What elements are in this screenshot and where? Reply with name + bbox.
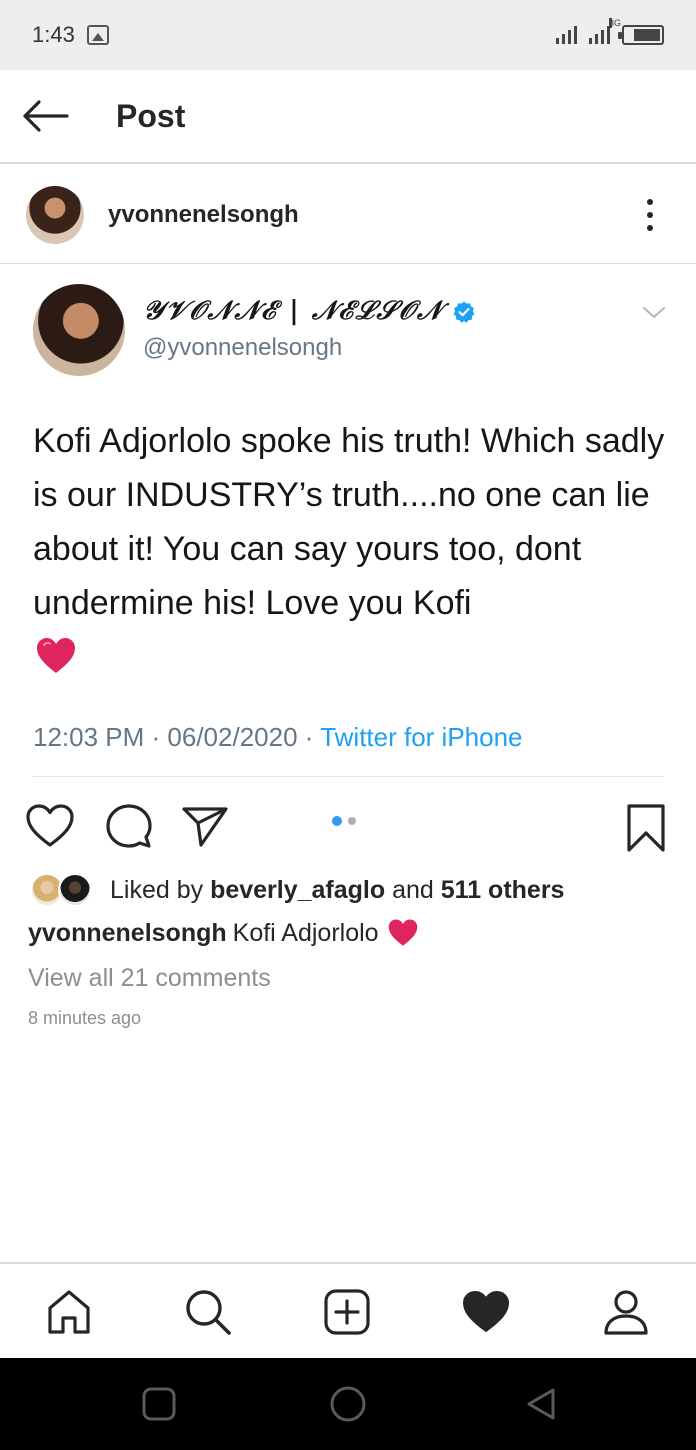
- liker-avatars: [30, 871, 96, 909]
- carousel-dot-active: [332, 816, 342, 826]
- view-comments-link[interactable]: View all 21 comments: [28, 964, 271, 993]
- comment-button[interactable]: [104, 794, 154, 858]
- image-icon: [86, 25, 109, 45]
- status-indicators: 3G: [556, 18, 664, 45]
- red-heart-emoji-icon: [388, 919, 417, 946]
- author-avatar[interactable]: [26, 185, 84, 244]
- search-icon: [186, 1290, 231, 1335]
- like-button[interactable]: [24, 794, 76, 858]
- chevron-down-icon: [643, 307, 665, 318]
- bookmark-icon: [627, 804, 665, 852]
- network-label: 3G: [609, 18, 622, 28]
- home-nav-button[interactable]: [326, 1382, 370, 1426]
- post-header: yvonnenelsongh: [0, 166, 696, 264]
- caption-username[interactable]: yvonnenelsongh: [28, 919, 227, 948]
- back-triangle-icon: [527, 1388, 555, 1420]
- author-username[interactable]: yvonnenelsongh: [108, 201, 299, 229]
- caption-text: Kofi Adjorlolo: [232, 918, 379, 947]
- carousel-dot: [348, 817, 356, 825]
- arrow-left-icon: [23, 100, 69, 132]
- likes-text[interactable]: Liked by beverly_afaglo and 511 others: [110, 876, 564, 905]
- bottom-tab-bar: [0, 1262, 696, 1358]
- tweet-meta: 12:03 PM · 06/02/2020 · Twitter for iPho…: [33, 722, 523, 752]
- post-timestamp: 8 minutes ago: [28, 1008, 142, 1028]
- tweet-text: Kofi Adjorlolo spoke his truth! Which sa…: [33, 422, 665, 622]
- system-nav-bar: [0, 1358, 696, 1450]
- tweet-time: 12:03 PM: [33, 722, 145, 752]
- status-time: 1:43: [32, 22, 75, 47]
- activity-heart-icon: [463, 1291, 509, 1332]
- save-button[interactable]: [622, 796, 670, 860]
- profile-icon: [604, 1290, 648, 1335]
- heart-outline-icon: [26, 804, 74, 847]
- red-heart-emoji-icon: [37, 638, 75, 673]
- tab-new-post[interactable]: [317, 1284, 377, 1340]
- app-header: Post: [0, 70, 696, 164]
- liker-username[interactable]: beverly_afaglo: [210, 876, 385, 904]
- recents-button[interactable]: [137, 1382, 181, 1426]
- verified-badge-icon: [453, 301, 475, 323]
- add-post-icon: [324, 1289, 370, 1335]
- tab-activity[interactable]: [456, 1284, 516, 1340]
- tweet-display-name-text: 𝒴𝒱𝒪𝒩𝒩ℰ | 𝒩ℰℒ𝒮𝒪𝒩: [143, 296, 444, 326]
- tweet-avatar: [33, 284, 125, 376]
- recents-square-icon: [142, 1387, 176, 1421]
- signal-3g-icon: 3G: [589, 18, 621, 44]
- tab-profile[interactable]: [596, 1284, 656, 1340]
- signal-icon: [556, 26, 577, 44]
- caption: yvonnenelsongh Kofi Adjorlolo: [28, 918, 419, 948]
- back-nav-button[interactable]: [518, 1382, 562, 1426]
- tweet-date: 06/02/2020: [167, 722, 298, 752]
- likes-row[interactable]: Liked by beverly_afaglo and 511 others: [30, 870, 564, 910]
- tweet-handle: @yvonnenelsongh: [143, 334, 343, 361]
- page-title: Post: [116, 97, 186, 134]
- more-vertical-icon: [647, 198, 653, 205]
- tab-search[interactable]: [178, 1284, 238, 1340]
- more-options-button[interactable]: [640, 195, 660, 235]
- tweet-source: Twitter for iPhone: [320, 722, 523, 752]
- carousel-indicator: [332, 816, 356, 826]
- status-bar: 1:43 3G: [0, 0, 696, 70]
- battery-icon: [618, 25, 664, 45]
- home-icon: [48, 1290, 90, 1334]
- back-button[interactable]: [0, 69, 90, 163]
- tab-home[interactable]: [39, 1284, 99, 1340]
- tweet-display-name: 𝒴𝒱𝒪𝒩𝒩ℰ | 𝒩ℰℒ𝒮𝒪𝒩: [143, 296, 476, 327]
- share-icon: [182, 807, 228, 847]
- avatar: [58, 873, 92, 907]
- tweet-divider: [33, 776, 663, 777]
- home-circle-icon: [330, 1386, 366, 1422]
- likes-count[interactable]: 511 others: [441, 876, 565, 904]
- comment-icon: [106, 804, 152, 848]
- share-button[interactable]: [180, 794, 230, 858]
